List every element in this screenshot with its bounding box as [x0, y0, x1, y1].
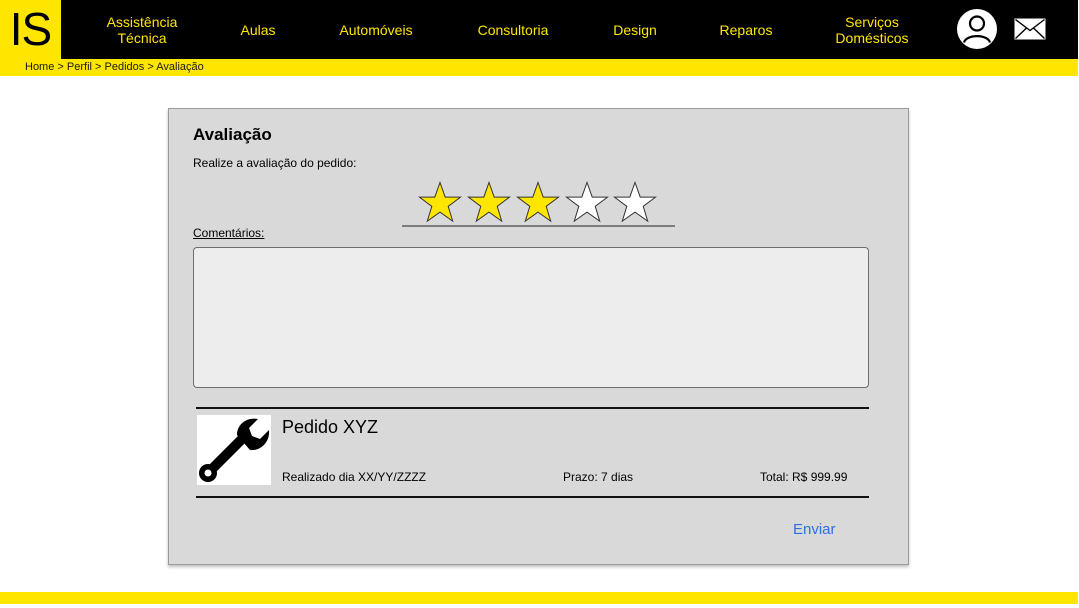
nav-item-design[interactable]: Design — [600, 0, 670, 59]
breadcrumb-separator: > — [147, 61, 154, 73]
star-icon-3[interactable] — [516, 181, 560, 223]
top-navigation-bar: IS Assistência Técnica Aulas Automóveis … — [0, 0, 1078, 59]
order-total: Total: R$ 999.99 — [760, 470, 848, 484]
order-name: Pedido XYZ — [282, 417, 379, 437]
breadcrumb-pedidos[interactable]: Pedidos — [105, 61, 145, 73]
star-icon-2[interactable] — [467, 181, 511, 223]
order-deadline: Prazo: 7 dias — [563, 470, 634, 484]
mail-icon[interactable] — [1014, 18, 1046, 40]
page-title: Avaliação — [193, 125, 272, 144]
review-instruction: Realize a avaliação do pedido: — [193, 156, 357, 170]
comments-label: Comentários: — [193, 226, 265, 240]
nav-item-servicos-domesticos[interactable]: Serviços Domésticos — [826, 0, 918, 59]
breadcrumb-separator: > — [95, 61, 102, 73]
star-rating[interactable] — [402, 181, 675, 227]
review-card: Avaliação Realize a avaliação do pedido:… — [168, 108, 909, 565]
nav-item-reparos[interactable]: Reparos — [708, 0, 784, 59]
comments-field[interactable] — [193, 247, 869, 388]
order-summary: Pedido XYZ Realizado dia XX/YY/ZZZZ Praz… — [196, 407, 869, 498]
user-icon[interactable] — [956, 8, 998, 50]
wrench-icon — [199, 418, 270, 482]
nav-item-automoveis[interactable]: Automóveis — [330, 0, 422, 59]
breadcrumb-bar: Home > Perfil > Pedidos > Avaliação — [0, 59, 1078, 76]
star-icon-5[interactable] — [613, 181, 657, 223]
breadcrumb: Home > Perfil > Pedidos > Avaliação — [25, 60, 204, 75]
star-icon-1[interactable] — [418, 181, 462, 223]
breadcrumb-current: Avaliação — [156, 61, 204, 73]
breadcrumb-perfil[interactable]: Perfil — [67, 61, 92, 73]
send-button[interactable]: Enviar — [793, 521, 836, 538]
breadcrumb-home[interactable]: Home — [25, 61, 54, 73]
breadcrumb-separator: > — [57, 61, 64, 73]
order-thumbnail — [197, 415, 271, 485]
star-icon-4[interactable] — [565, 181, 609, 223]
footer-bar — [0, 592, 1078, 604]
order-date: Realizado dia XX/YY/ZZZZ — [282, 470, 427, 484]
logo[interactable]: IS — [0, 0, 61, 59]
nav-item-assistencia-tecnica[interactable]: Assistência Técnica — [96, 0, 188, 59]
nav-item-aulas[interactable]: Aulas — [228, 0, 288, 59]
nav-item-consultoria[interactable]: Consultoria — [466, 0, 560, 59]
